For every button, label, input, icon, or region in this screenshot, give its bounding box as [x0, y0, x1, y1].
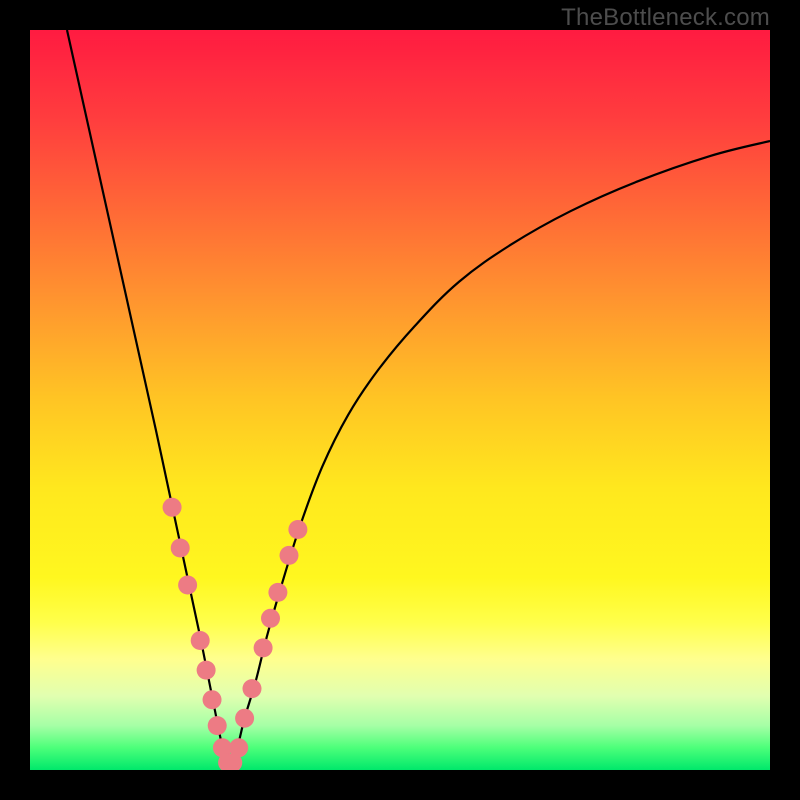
marker-group — [163, 498, 308, 770]
chart-frame: TheBottleneck.com — [0, 0, 800, 800]
marker-point — [197, 661, 216, 680]
marker-point — [203, 690, 222, 709]
marker-point — [254, 638, 273, 657]
curve-layer — [30, 30, 770, 770]
marker-point — [235, 709, 254, 728]
watermark-text: TheBottleneck.com — [561, 4, 770, 32]
marker-point — [191, 631, 210, 650]
plot-area — [30, 30, 770, 770]
marker-point — [229, 738, 248, 757]
marker-point — [280, 546, 299, 565]
marker-point — [163, 498, 182, 517]
marker-point — [268, 583, 287, 602]
marker-point — [178, 576, 197, 595]
marker-point — [243, 679, 262, 698]
marker-point — [171, 539, 190, 558]
marker-point — [288, 520, 307, 539]
marker-point — [208, 716, 227, 735]
curve-right-branch — [230, 141, 770, 766]
marker-point — [261, 609, 280, 628]
curve-left-branch — [67, 30, 230, 766]
